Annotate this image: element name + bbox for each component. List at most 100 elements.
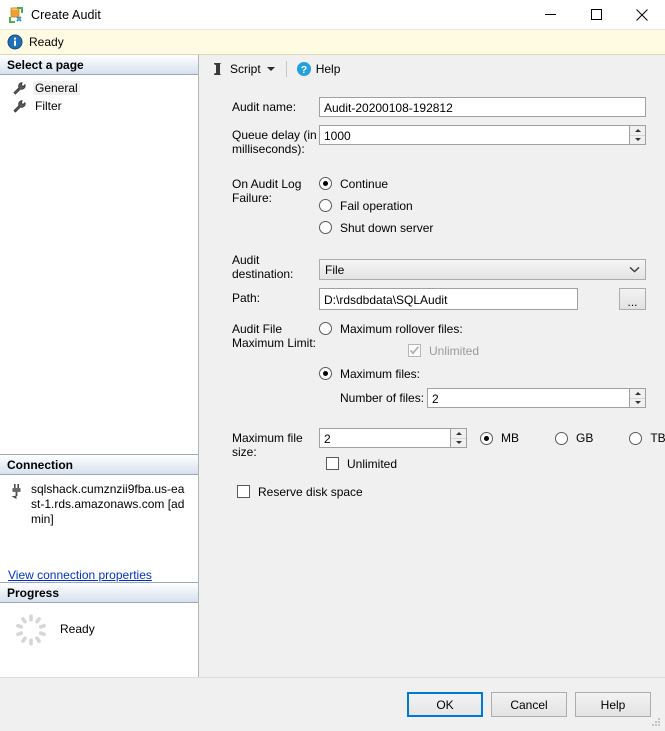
script-button-label: Script <box>230 62 261 76</box>
spin-down-button[interactable] <box>451 439 466 448</box>
caret-down-icon <box>634 401 641 405</box>
radio-fail-operation-label: Fail operation <box>340 198 413 213</box>
progress-header: Progress <box>0 582 198 603</box>
resize-grip[interactable] <box>650 716 662 728</box>
radio-continue[interactable]: Continue <box>319 174 665 193</box>
minimize-button[interactable] <box>527 0 573 29</box>
maximum-file-size-label: Maximum file size: <box>232 431 303 459</box>
radio-unit-gb-indicator[interactable] <box>555 431 568 445</box>
left-pane: Select a page General Filter Connection … <box>0 55 199 677</box>
rollover-unlimited-checkbox <box>408 344 421 357</box>
sidebar-item-general[interactable]: General <box>0 79 198 97</box>
dialog-body: Select a page General Filter Connection … <box>0 55 665 677</box>
radio-continue-indicator[interactable] <box>319 177 332 190</box>
radio-unit-tb[interactable]: TB <box>629 429 665 448</box>
audit-destination-row: Audit destination: File <box>232 250 665 281</box>
audit-destination-label: Audit destination: <box>232 253 294 281</box>
help-button[interactable]: ? Help <box>292 59 345 80</box>
number-of-files-spinner[interactable]: 2 <box>427 388 646 408</box>
view-connection-properties-link[interactable]: View connection properties <box>8 568 152 582</box>
radio-maximum-files-indicator[interactable] <box>319 367 332 380</box>
path-browse-button[interactable]: ... <box>619 288 646 310</box>
help-button-footer[interactable]: Help <box>575 692 651 717</box>
reserve-disk-space-checkbox[interactable] <box>237 485 250 498</box>
maximum-file-size-spinner[interactable]: 2 <box>319 428 467 448</box>
page-list: General Filter <box>0 75 198 115</box>
maximize-button[interactable] <box>573 0 619 29</box>
radio-shut-down-server[interactable]: Shut down server <box>319 218 665 237</box>
cancel-button[interactable]: Cancel <box>491 692 567 717</box>
max-file-size-unlimited-label: Unlimited <box>347 456 398 471</box>
maximum-file-size-input[interactable]: 2 <box>319 428 450 448</box>
status-message-bar: Ready <box>0 30 665 55</box>
maximum-file-size-spin-buttons[interactable] <box>450 428 467 448</box>
radio-unit-gb[interactable]: GB <box>555 429 593 448</box>
svg-text:?: ? <box>300 64 306 76</box>
progress-body: Ready <box>0 603 198 677</box>
audit-file-maximum-limit-group: Maximum rollover files: Unlimited Maximu… <box>319 319 665 408</box>
connection-server: sqlshack.cumznzii9fba.us-east-1.rds.amaz… <box>31 482 185 526</box>
title-bar: Create Audit <box>0 0 665 30</box>
audit-name-label: Audit name: <box>232 100 297 114</box>
dialog-footer: OK Cancel Help <box>0 677 665 731</box>
radio-unit-mb[interactable]: MB <box>480 429 519 448</box>
max-file-size-unlimited-row[interactable]: Unlimited <box>319 454 665 473</box>
radio-unit-mb-indicator[interactable] <box>480 431 493 445</box>
rollover-unlimited-checkbox-row: Unlimited <box>319 341 665 360</box>
chevron-down-icon[interactable] <box>266 67 275 71</box>
sidebar-item-label: General <box>33 81 80 95</box>
caret-down-icon <box>634 138 641 142</box>
info-icon <box>7 34 23 50</box>
audit-destination-value: File <box>325 262 345 277</box>
audit-name-input[interactable]: Audit-20200108-192812 <box>319 97 646 117</box>
max-file-size-unlimited-checkbox[interactable] <box>326 457 339 470</box>
radio-maximum-rollover-files-indicator[interactable] <box>319 322 332 335</box>
audit-destination-select[interactable]: File <box>319 259 646 280</box>
queue-delay-label: Queue delay (in milliseconds): <box>232 128 317 156</box>
spin-down-button[interactable] <box>630 399 645 408</box>
select-page-header: Select a page <box>0 55 198 75</box>
spin-down-button[interactable] <box>630 136 645 145</box>
create-audit-icon <box>8 6 24 23</box>
connection-icon <box>8 483 25 500</box>
number-of-files-label: Number of files: <box>340 391 425 405</box>
radio-fail-operation-indicator[interactable] <box>319 199 332 212</box>
caret-up-icon <box>455 431 462 435</box>
window-controls <box>527 0 665 29</box>
spin-up-button[interactable] <box>630 389 645 399</box>
radio-shut-down-server-label: Shut down server <box>340 220 434 235</box>
spin-up-button[interactable] <box>451 429 466 439</box>
close-button[interactable] <box>619 0 665 29</box>
rollover-unlimited-label: Unlimited <box>429 343 480 358</box>
radio-fail-operation[interactable]: Fail operation <box>319 196 665 215</box>
maximum-file-size-row: Maximum file size: 2 MB GB TB Unlimited <box>232 428 665 473</box>
spinner-icon <box>14 613 48 647</box>
connection-body: sqlshack.cumznzii9fba.us-east-1.rds.amaz… <box>0 475 198 582</box>
right-pane: Script ? Help Audit name: Audit-20200108… <box>199 55 665 677</box>
radio-maximum-rollover-files[interactable]: Maximum rollover files: <box>319 319 665 338</box>
radio-shut-down-server-indicator[interactable] <box>319 221 332 234</box>
radio-maximum-files-label: Maximum files: <box>340 366 421 381</box>
radio-unit-mb-label: MB <box>501 431 519 445</box>
queue-delay-spin-buttons[interactable] <box>629 125 646 145</box>
path-input[interactable]: D:\rdsdbdata\SQLAudit <box>319 288 578 310</box>
connection-header: Connection <box>0 454 198 475</box>
script-icon <box>210 61 226 77</box>
queue-delay-spinner[interactable]: 1000 <box>319 125 646 145</box>
toolbar-separator <box>285 61 287 77</box>
spin-up-button[interactable] <box>630 126 645 136</box>
sidebar-item-filter[interactable]: Filter <box>0 97 198 115</box>
ok-button[interactable]: OK <box>407 692 483 717</box>
radio-unit-tb-label: TB <box>650 431 665 445</box>
chevron-down-icon[interactable] <box>623 266 645 273</box>
number-of-files-spin-buttons[interactable] <box>629 388 646 408</box>
reserve-disk-space-row[interactable]: Reserve disk space <box>237 482 665 501</box>
queue-delay-input[interactable]: 1000 <box>319 125 629 145</box>
radio-maximum-files[interactable]: Maximum files: <box>319 364 665 383</box>
number-of-files-input[interactable]: 2 <box>427 388 629 408</box>
page-toolbar: Script ? Help <box>199 55 665 83</box>
radio-unit-tb-indicator[interactable] <box>629 431 643 445</box>
script-button[interactable]: Script <box>206 59 281 80</box>
radio-continue-label: Continue <box>340 176 389 191</box>
audit-file-maximum-limit-row: Audit File Maximum Limit: Maximum rollov… <box>232 319 665 408</box>
